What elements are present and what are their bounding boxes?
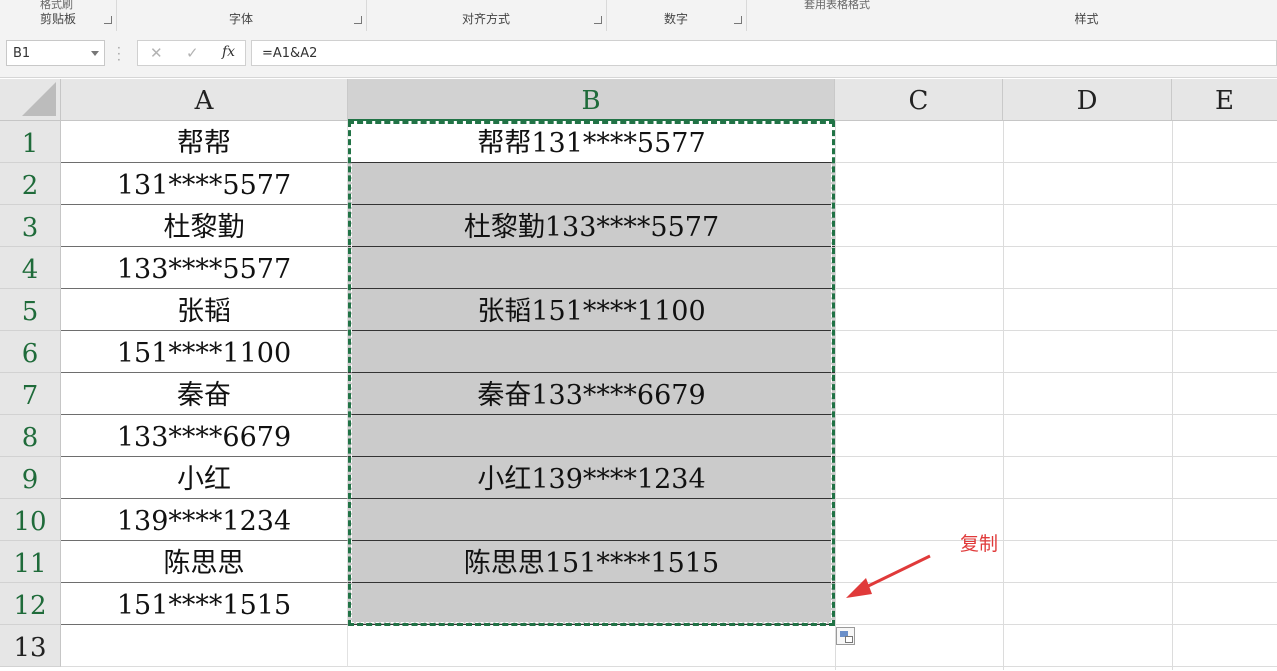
cell-b[interactable]: 帮帮131****5577 [348,121,835,163]
cell-a[interactable]: 帮帮 [61,121,348,163]
annotation-label: 复制 [960,533,999,555]
row-header[interactable]: 8 [0,415,61,457]
formula-input[interactable]: =A1&A2 [251,40,1277,66]
name-box[interactable]: B1 [6,40,105,66]
gridline-horizontal [835,498,1277,499]
cell-a[interactable]: 151****1100 [61,331,348,373]
ribbon-group-number: 数字 [606,0,747,31]
name-box-value: B1 [13,46,31,61]
cell-a[interactable] [61,625,348,667]
alignment-launcher-icon[interactable] [594,16,602,24]
cell-a[interactable]: 133****6679 [61,415,348,457]
gridline-horizontal [835,540,1277,541]
paste-sheet-shape [845,636,853,643]
cell-b[interactable] [348,163,835,205]
row-header[interactable]: 5 [0,289,61,331]
formula-bar-resize-handle[interactable]: · · · [117,42,121,66]
cell-b[interactable]: 陈思思151****1515 [348,541,835,583]
column-header-d[interactable]: D [1003,79,1172,121]
group-label-font: 字体 [228,12,253,26]
cell-b[interactable] [348,625,835,667]
group-label-styles: 样式 [1074,12,1099,26]
cell-b[interactable] [348,583,835,625]
clipboard-launcher-icon[interactable] [104,16,112,24]
row-header[interactable]: 12 [0,583,61,625]
row-header[interactable]: 11 [0,541,61,583]
cell-b[interactable] [348,331,835,373]
gridline-horizontal [835,624,1277,625]
cell-a[interactable]: 131****5577 [61,163,348,205]
row-header[interactable]: 2 [0,163,61,205]
cell-b[interactable] [348,247,835,289]
row-header[interactable]: 10 [0,499,61,541]
cell-a[interactable]: 陈思思 [61,541,348,583]
gridline-horizontal [835,372,1277,373]
gridline-horizontal [835,456,1277,457]
gridline-horizontal [835,204,1277,205]
annotation-arrow-icon [846,554,931,598]
row-header[interactable]: 4 [0,247,61,289]
cancel-icon[interactable]: ✕ [150,44,163,62]
cell-a[interactable]: 139****1234 [61,499,348,541]
enter-check-icon[interactable]: ✓ [186,44,199,62]
select-all-corner[interactable] [0,79,61,121]
cell-a[interactable]: 小红 [61,457,348,499]
row-header[interactable]: 9 [0,457,61,499]
cell-a[interactable]: 秦奋 [61,373,348,415]
column-header-c[interactable]: C [835,79,1003,121]
ribbon-group-alignment: 对齐方式 [366,0,607,31]
group-label-alignment: 对齐方式 [461,12,510,26]
number-launcher-icon[interactable] [734,16,742,24]
row-header[interactable]: 7 [0,373,61,415]
cell-a[interactable]: 杜黎勤 [61,205,348,247]
chevron-down-icon[interactable] [91,51,99,56]
column-header-b[interactable]: B [348,79,835,121]
group-label-clipboard: 剪贴板 [39,12,76,26]
cell-a[interactable]: 151****1515 [61,583,348,625]
formula-buttons: ✕ ✓ fx [137,40,246,66]
paste-options-icon[interactable] [836,627,855,645]
cell-b[interactable]: 张韬151****1100 [348,289,835,331]
gridline-horizontal [835,246,1277,247]
column-header-e[interactable]: E [1172,79,1277,121]
ribbon-group-styles: 套用表格格式 样式 [746,0,1277,31]
row-header[interactable]: 1 [0,121,61,163]
gridline-horizontal [835,288,1277,289]
row-header[interactable]: 3 [0,205,61,247]
ribbon-group-labels: 格式刷 剪贴板 字体 对齐方式 数字 套用表格格式 样式 [0,0,1277,32]
font-launcher-icon[interactable] [354,16,362,24]
gridline-horizontal [835,666,1277,667]
formula-bar: B1 · · · ✕ ✓ fx =A1&A2 [0,31,1277,78]
column-header-a[interactable]: A [61,79,348,121]
cell-b[interactable]: 杜黎勤133****5577 [348,205,835,247]
table-format-label-partial[interactable]: 套用表格格式 [804,0,870,12]
insert-function-icon[interactable]: fx [222,44,235,60]
ribbon-group-clipboard: 格式刷 剪贴板 [0,0,117,31]
group-label-number: 数字 [663,12,688,26]
cell-b[interactable]: 秦奋133****6679 [348,373,835,415]
gridline-horizontal [835,330,1277,331]
cell-a[interactable]: 133****5577 [61,247,348,289]
cell-b[interactable] [348,415,835,457]
ribbon-group-font: 字体 [116,0,367,31]
cell-b[interactable] [348,499,835,541]
gridline-horizontal [835,414,1277,415]
gridline-horizontal [835,162,1277,163]
cell-b[interactable]: 小红139****1234 [348,457,835,499]
cell-a[interactable]: 张韬 [61,289,348,331]
row-header[interactable]: 6 [0,331,61,373]
row-header[interactable]: 13 [0,625,61,667]
select-all-triangle-icon [22,82,56,116]
